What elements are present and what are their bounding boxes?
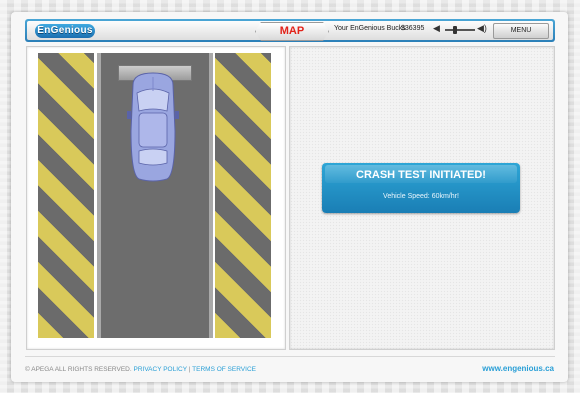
road-edge-left [97,53,101,338]
bucks-value: $36395 [401,25,425,32]
status-title: CRASH TEST INITIATED! [356,169,486,181]
crash-test-scene [26,46,286,350]
menu-button[interactable]: MENU [493,23,549,39]
hazard-stripe-right [215,53,271,338]
map-button[interactable]: MAP [255,22,329,41]
footer-legal: © APEGA ALL RIGHTS RESERVED. PRIVACY POL… [25,366,256,373]
bucks-label: Your EnGenious Bucks [334,25,406,32]
top-bar-inner: EnGenious MAP Your EnGenious Bucks $3639… [27,21,553,41]
terms-of-service-link[interactable]: TERMS OF SERVICE [192,366,256,373]
hazard-stripe-left [38,53,94,338]
engenious-logo[interactable]: EnGenious [35,24,95,38]
top-bar: EnGenious MAP Your EnGenious Bucks $3639… [25,19,555,42]
volume-high-icon[interactable]: ◀) [477,23,487,34]
footer-link-divider: | [188,366,191,373]
test-car-icon [127,72,179,182]
copyright-text: © APEGA ALL RIGHTS RESERVED. [25,366,132,373]
crash-test-status-box: CRASH TEST INITIATED! Vehicle Speed: 60k… [322,163,520,213]
volume-slider-track[interactable] [445,29,475,31]
volume-low-icon[interactable]: ◀ [433,23,440,34]
road-edge-right [209,53,213,338]
volume-slider-knob[interactable] [453,26,457,34]
footer-divider [25,356,555,357]
vehicle-speed-text: Vehicle Speed: 60km/hr! [383,193,459,200]
privacy-policy-link[interactable]: PRIVACY POLICY [133,366,186,373]
site-link[interactable]: www.engenious.ca [482,364,554,373]
